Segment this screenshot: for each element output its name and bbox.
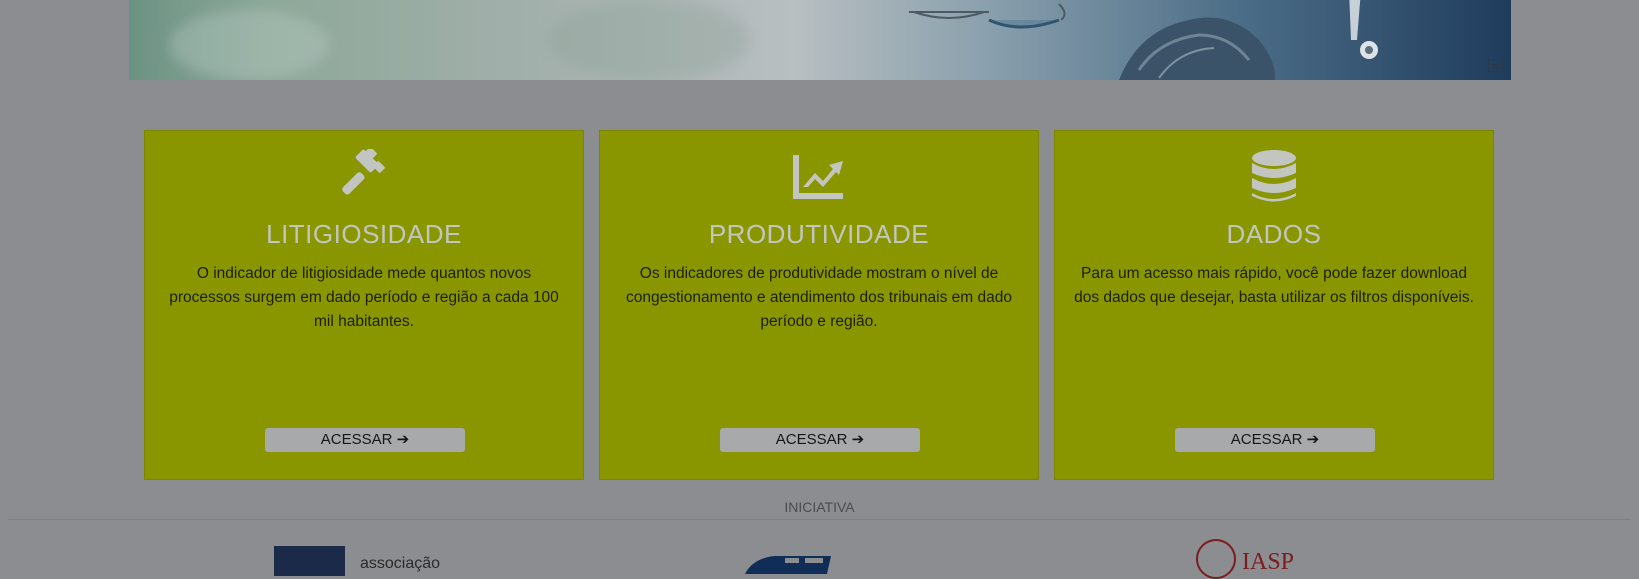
card-dados: DADOS Para um acesso mais rápido, você p… [1054,130,1494,480]
iasp-seal-icon [1196,539,1236,579]
card-description: Para um acesso mais rápido, você pode fa… [1074,265,1474,306]
card-description: O indicador de litigiosidade mede quanto… [169,265,559,330]
gavel-icon [342,149,385,195]
iniciativa-heading: INICIATIVA [784,499,855,515]
statue-image [1119,0,1378,80]
card-produtividade: PRODUTIVIDADE Os indicadores de produtiv… [599,130,1039,480]
partner-logo[interactable] [745,554,841,574]
card-title: LITIGIOSIDADE [266,219,462,249]
justice-scale-image [909,3,1066,29]
card-description: Os indicadores de produtividade mostram … [625,265,1013,330]
card-title: DADOS [1226,219,1322,249]
divider [8,519,1631,520]
gallery-icon[interactable] [1488,59,1503,72]
chart-line-icon [793,155,843,199]
acessar-button[interactable]: ACESSAR ➔ [265,428,465,452]
database-icon [1252,150,1296,202]
acessar-button[interactable]: ACESSAR ➔ [1175,428,1375,452]
card-title: PRODUTIVIDADE [708,219,930,249]
acessar-button[interactable]: ACESSAR ➔ [720,428,920,452]
hero-banner [129,0,1511,80]
card-litigiosidade: LITIGIOSIDADE O indicador de litigiosida… [144,130,584,480]
